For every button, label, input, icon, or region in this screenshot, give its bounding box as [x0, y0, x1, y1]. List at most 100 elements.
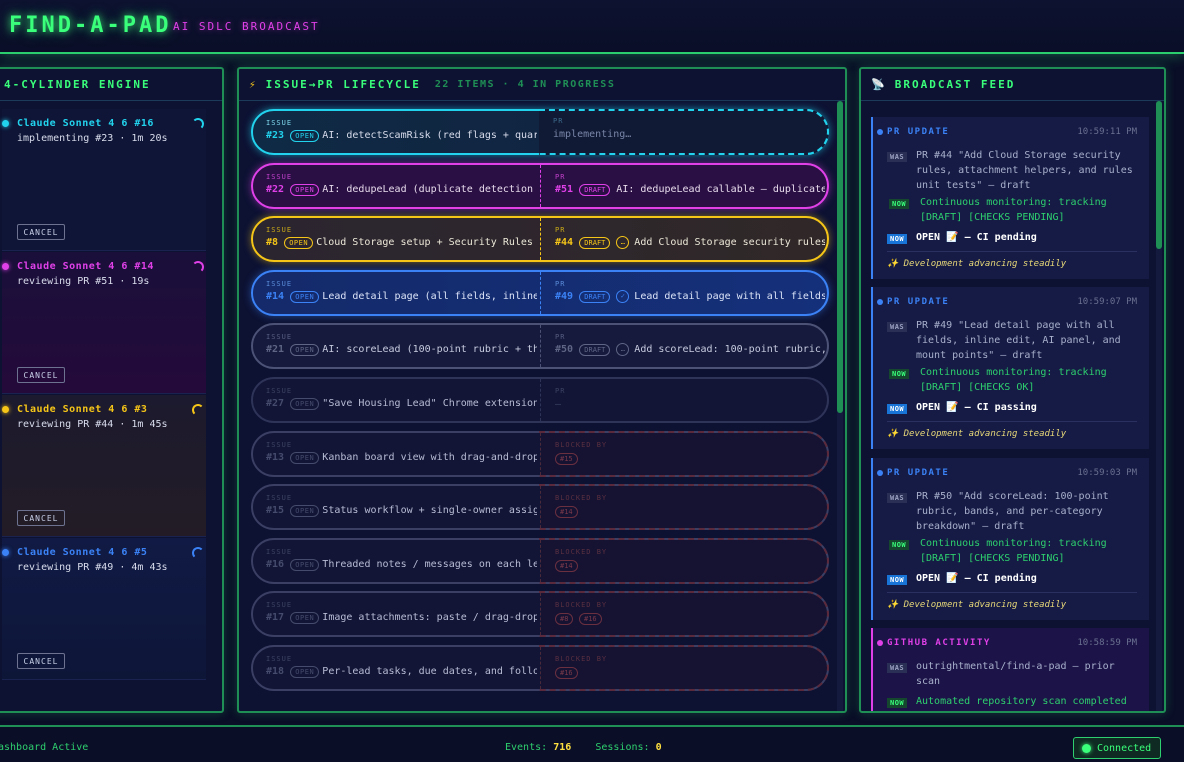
scrollbar-thumb[interactable] [837, 101, 843, 413]
issue-label: ISSUE [266, 601, 293, 610]
issue-state-badge: OPEN [290, 398, 320, 410]
pr-side: BLOCKED BY #15 [541, 432, 827, 475]
issue-state-badge: OPEN [290, 451, 320, 464]
pr-side: BLOCKED BY #8 #16 [541, 593, 827, 636]
issue-title: AI: scoreLead (100-point rubric + th… [322, 344, 537, 356]
issue-number[interactable]: #14 [266, 291, 284, 302]
issue-side: ISSUE #23 OPEN AI: detectScamRisk (red flag… [253, 111, 541, 153]
was-text: PR #49 "Lead detail page with all fields… [916, 320, 1121, 361]
pr-number[interactable]: #51 [555, 184, 573, 195]
cylinder-name: Claude Sonnet 4 6 #16 [17, 118, 154, 129]
scrollbar[interactable] [837, 101, 843, 711]
row-divider [540, 432, 541, 475]
issue-side: ISSUE #15 OPEN Status workflow + single-own… [253, 486, 541, 528]
row-divider [540, 218, 541, 261]
pr-number[interactable]: #44 [555, 237, 573, 248]
lifecycle-row[interactable]: ISSUE #27 OPEN "Save Housing Lead" Chrome e… [251, 377, 829, 423]
blocker-badge[interactable]: #16 [579, 613, 602, 626]
cancel-button[interactable]: CANCEL [17, 367, 65, 383]
issue-number[interactable]: #18 [266, 666, 284, 677]
lifecycle-row[interactable]: ISSUE #21 OPEN AI: scoreLead (100-point rub… [251, 323, 829, 370]
was-tag: WAS [887, 493, 908, 503]
lifecycle-row[interactable]: ISSUE #18 OPEN Per-lead tasks, due dates, a… [251, 645, 829, 691]
issue-number[interactable]: #15 [266, 505, 284, 516]
pr-label: PR [555, 387, 566, 395]
pr-title: AI: dedupeLead callable — duplicate … [616, 183, 825, 195]
pr-placeholder: implementing… [553, 129, 632, 140]
issue-label: ISSUE [266, 119, 293, 127]
cylinder-name: Claude Sonnet 4 6 #5 [17, 547, 148, 558]
issue-number[interactable]: #16 [266, 559, 284, 570]
now-tag: NOW [887, 575, 908, 585]
status-dot-icon [2, 549, 9, 556]
cancel-button[interactable]: CANCEL [17, 510, 65, 526]
issue-side: ISSUE #27 OPEN "Save Housing Lead" Chrome e… [253, 379, 541, 421]
issue-state-badge: OPEN [290, 666, 320, 678]
status-dot-icon [2, 263, 9, 270]
issue-state-badge: OPEN [284, 237, 314, 250]
blocker-badge[interactable]: #14 [555, 559, 578, 572]
issue-label: ISSUE [266, 279, 293, 288]
issue-label: ISSUE [266, 494, 293, 503]
issue-state-badge: OPEN [290, 558, 320, 571]
spinner-icon [192, 118, 204, 130]
cylinder-card: Claude Sonnet 4 6 #16 implementing #23 ·… [2, 109, 206, 251]
lifecycle-row[interactable]: ISSUE #17 OPEN Image attachments: paste / d… [251, 591, 829, 638]
lifecycle-row[interactable]: ISSUE #16 OPEN Threaded notes / messages on… [251, 537, 829, 584]
feed-card: PR UPDATE 10:59:07 PM WAS PR #49 "Lead d… [871, 287, 1149, 449]
issue-number[interactable]: #17 [266, 612, 284, 623]
issue-side: ISSUE #18 OPEN Per-lead tasks, due dates, a… [253, 647, 541, 689]
now-text: Continuous monitoring: tracking [DRAFT] … [920, 197, 1107, 223]
lifecycle-row[interactable]: ISSUE #22 OPEN AI: dedupeLead (duplicate de… [251, 162, 829, 209]
scrollbar-thumb[interactable] [1156, 101, 1162, 249]
issue-number[interactable]: #21 [266, 344, 284, 355]
blocker-badge[interactable]: #14 [555, 506, 578, 519]
issue-title: AI: dedupeLead (duplicate detection … [322, 183, 537, 195]
now-tag: NOW [889, 199, 910, 209]
check-status-icon: ✓ [616, 289, 630, 303]
row-divider [540, 325, 541, 368]
pr-number[interactable]: #49 [555, 291, 573, 302]
pr-side: PR #51 DRAFT AI: dedupeLead callable — dupl… [541, 165, 827, 207]
feed-card-footer: ✨ Development advancing steadily [887, 251, 1137, 269]
lifecycle-panel: ⚡ ISSUE→PR LIFECYCLE 22 ITEMS · 4 IN PRO… [237, 67, 847, 713]
spinner-icon [192, 404, 204, 416]
issue-label: ISSUE [266, 172, 293, 181]
issue-label: ISSUE [266, 440, 293, 449]
check-status-icon: … [616, 236, 630, 250]
issue-title: Cloud Storage setup + Security Rules … [316, 237, 537, 249]
now-tag: NOW [889, 540, 910, 550]
blocker-badge[interactable]: #16 [555, 667, 578, 679]
feed-card: PR UPDATE 10:59:11 PM WAS PR #44 "Add Cl… [871, 117, 1149, 279]
now-tag: NOW [887, 234, 908, 244]
connection-badge[interactable]: Connected [1073, 737, 1161, 759]
issue-number[interactable]: #27 [266, 398, 284, 409]
spinner-icon [192, 547, 204, 559]
pr-side: PR #50 DRAFT … Add scoreLead: 100-point rubr… [541, 325, 827, 367]
issue-number[interactable]: #8 [266, 237, 278, 248]
issue-title: Kanban board view with drag-and-drop… [322, 451, 537, 463]
app-subtitle: AI SDLC BROADCAST [173, 20, 320, 33]
was-tag: WAS [887, 663, 908, 673]
cylinder-status: reviewing PR #49 · 4m 43s [17, 562, 168, 573]
blocker-badge[interactable]: #15 [555, 452, 578, 465]
lifecycle-row[interactable]: ISSUE #23 OPEN AI: detectScamRisk (red flag… [251, 109, 829, 155]
scrollbar[interactable] [1156, 101, 1162, 711]
lifecycle-row[interactable]: ISSUE #15 OPEN Status workflow + single-own… [251, 484, 829, 531]
pr-number[interactable]: #50 [555, 344, 573, 355]
issue-number[interactable]: #22 [266, 184, 284, 195]
cylinder-status: implementing #23 · 1m 20s [17, 133, 168, 144]
lifecycle-row[interactable]: ISSUE #13 OPEN Kanban board view with drag-… [251, 430, 829, 477]
events-label: Events: [505, 742, 548, 753]
feed-card-type: GITHUB ACTIVITY [887, 638, 991, 648]
pr-side: PR #49 DRAFT ✓ Lead detail page with all fie… [541, 272, 827, 314]
issue-number[interactable]: #23 [266, 130, 284, 141]
blocker-badge[interactable]: #8 [555, 613, 574, 626]
pr-title: Add scoreLead: 100-point rubric,… [634, 344, 825, 356]
cancel-button[interactable]: CANCEL [17, 224, 65, 240]
now-text: OPEN 📝 — CI pending [916, 573, 1037, 584]
lifecycle-row[interactable]: ISSUE #8 OPEN Cloud Storage setup + Securit… [251, 216, 829, 263]
lifecycle-row[interactable]: ISSUE #14 OPEN Lead detail page (all fields… [251, 269, 829, 316]
issue-number[interactable]: #13 [266, 452, 284, 463]
cancel-button[interactable]: CANCEL [17, 653, 65, 669]
